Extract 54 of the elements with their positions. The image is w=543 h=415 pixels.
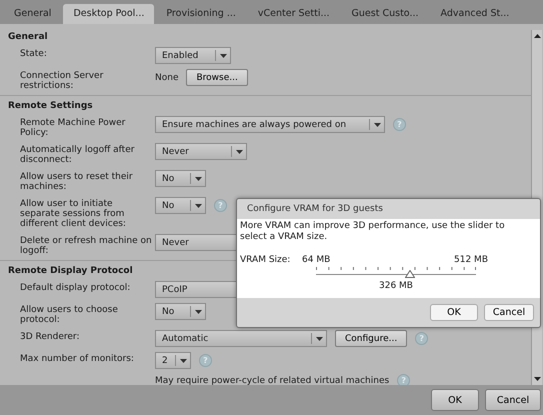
scroll-down-icon xyxy=(534,377,540,381)
dialog-message: More VRAM can improve 3D performance, use the slider to select a VRAM size. xyxy=(240,221,506,243)
caret-icon xyxy=(316,336,322,340)
slider-value: 326 MB xyxy=(378,281,414,291)
caret-icon xyxy=(194,310,202,314)
field-label: State: xyxy=(20,49,47,59)
field-value: None xyxy=(155,72,178,82)
field-label: Max number of monitors: xyxy=(20,354,134,364)
footer-button[interactable]: Cancel xyxy=(485,389,541,411)
field-label: Delete or refresh machine on logoff: xyxy=(20,236,152,256)
section-heading: Remote Settings xyxy=(8,101,93,111)
scroll-up-icon xyxy=(534,34,540,38)
dropdown[interactable]: Never xyxy=(155,143,247,160)
field-label: Default display protocol: xyxy=(20,283,130,293)
caret-icon xyxy=(374,122,380,126)
dropdown[interactable]: No xyxy=(155,170,206,187)
slider-min-label: 64 MB xyxy=(302,255,330,265)
field-label: Allow users to choose protocol: xyxy=(20,305,118,325)
action-button[interactable]: Configure... xyxy=(335,330,408,347)
footer-button[interactable]: OK xyxy=(431,389,479,411)
field-value: May require power-cycle of related virtual machines xyxy=(155,376,390,386)
dropdown[interactable]: 2 xyxy=(155,352,191,369)
dropdown[interactable]: No xyxy=(155,303,206,320)
slider-track[interactable] xyxy=(316,267,476,279)
slider-thumb[interactable] xyxy=(404,270,415,278)
section-heading: Remote Display Protocol xyxy=(8,266,133,276)
field-label: Remote Machine Power Policy: xyxy=(20,118,126,138)
dropdown[interactable]: Enabled xyxy=(155,47,231,64)
caret-icon xyxy=(236,150,242,154)
section-heading: General xyxy=(8,32,48,42)
caret-icon xyxy=(194,176,202,180)
dialog-button[interactable]: OK xyxy=(430,304,478,321)
dialog-title: Configure VRAM for 3D guests xyxy=(246,203,384,216)
tab[interactable]: General xyxy=(4,4,62,24)
tab[interactable]: vCenter Setti... xyxy=(248,4,340,24)
caret-icon xyxy=(194,204,202,208)
caret-icon xyxy=(220,54,226,58)
field-label: Automatically logoff after disconnect: xyxy=(20,145,134,165)
tab[interactable]: Advanced St... xyxy=(430,4,520,24)
tab[interactable]: Guest Custo... xyxy=(342,4,429,24)
dropdown[interactable]: Ensure machines are always powered on xyxy=(155,116,385,133)
dialog-button[interactable]: Cancel xyxy=(484,304,534,321)
slider-label: VRAM Size: xyxy=(240,255,292,265)
field-label: Allow user to initiate separate sessions from different client devices: xyxy=(20,199,126,229)
dropdown[interactable]: No xyxy=(155,197,206,214)
caret-icon xyxy=(180,358,186,362)
field-label: Allow users to reset their machines: xyxy=(20,172,133,192)
tab[interactable]: Desktop Pool... xyxy=(63,4,154,24)
action-button[interactable]: Browse... xyxy=(186,69,248,86)
field-label: Connection Server restrictions: xyxy=(20,71,104,91)
slider-max-label: 512 MB xyxy=(454,255,488,265)
dropdown[interactable]: Automatic xyxy=(155,330,327,347)
tab[interactable]: Provisioning ... xyxy=(156,4,246,24)
field-label: 3D Renderer: xyxy=(20,332,80,342)
